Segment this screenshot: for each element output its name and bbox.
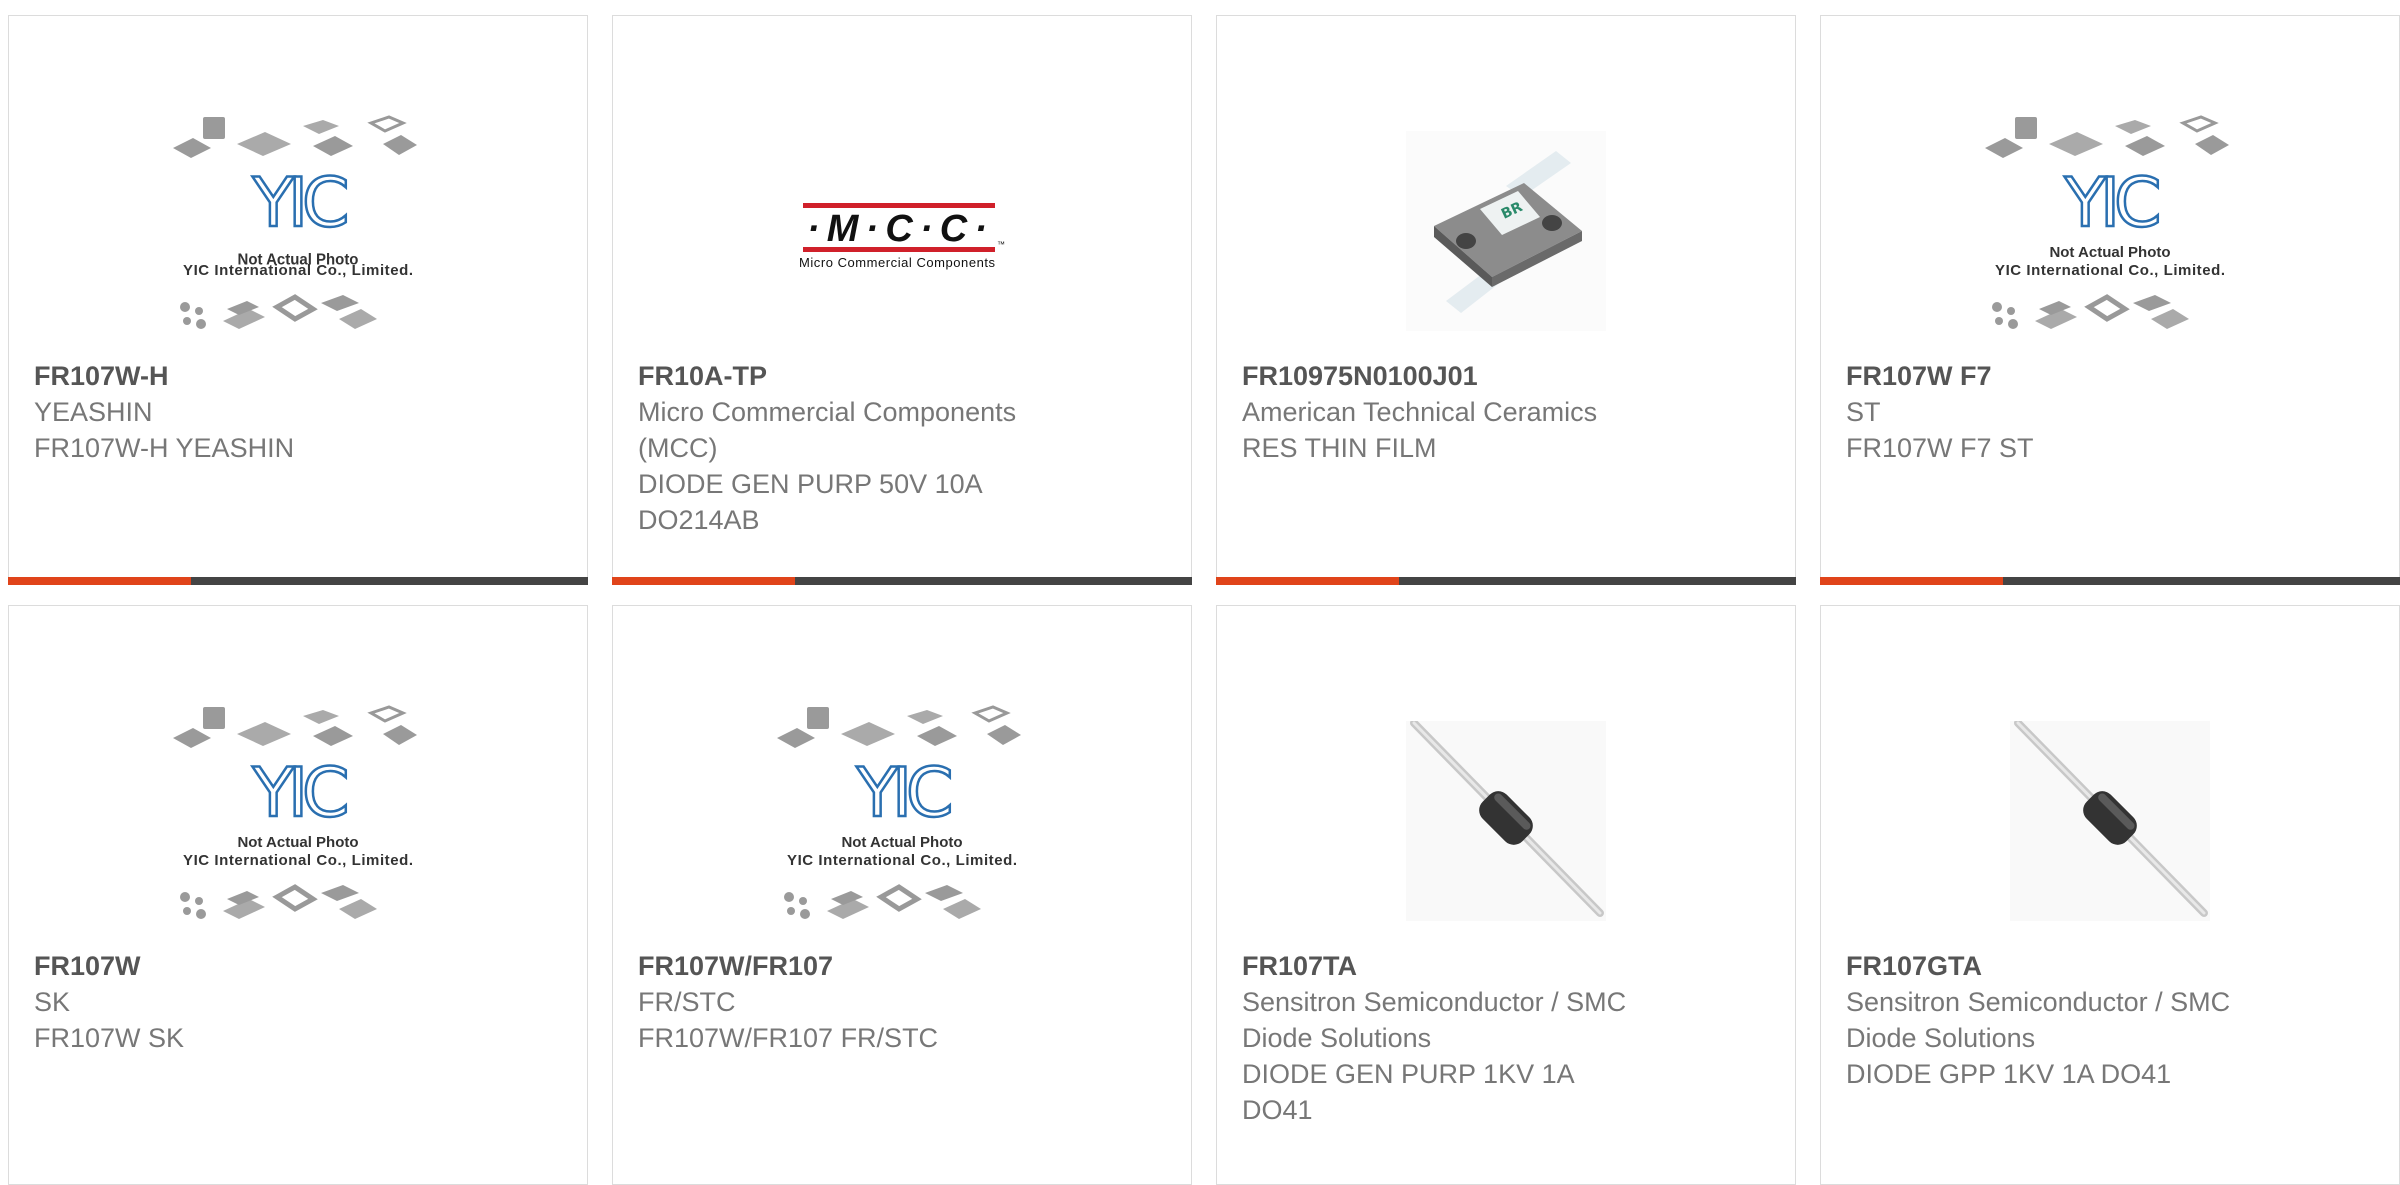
- yic-logo: YIC: [855, 754, 950, 833]
- manufacturer: Sensitron Semiconductor / SMC: [1242, 987, 1627, 1017]
- description: FR107W F7 ST: [1846, 433, 2034, 463]
- part-number[interactable]: FR107W F7: [1846, 358, 2266, 394]
- axial-diode-photo: [1406, 721, 1606, 921]
- card-accent-bar: [1216, 577, 1796, 585]
- product-info: FR107GTA Sensitron Semiconductor / SMC D…: [1846, 948, 2266, 1092]
- yic-placeholder-image: YIC Not Actual Photo YIC International C…: [1985, 115, 2229, 329]
- package: DO41: [1242, 1095, 1313, 1125]
- product-card[interactable]: YIC Not Actual Photo YIC International C…: [612, 605, 1192, 1185]
- manufacturer: American Technical Ceramics: [1242, 397, 1598, 427]
- product-image[interactable]: ·M·C·C· ™ Micro Commercial Components: [613, 96, 1191, 366]
- product-info: FR107W-H YEASHIN FR107W-H YEASHIN: [34, 358, 454, 466]
- yic-company-text: YIC International Co., Limited.: [1995, 262, 2225, 279]
- not-actual-photo-text: Not Actual Photo: [841, 834, 962, 851]
- product-card[interactable]: YIC Not Actual Photo YIC International C…: [8, 605, 588, 1185]
- manufacturer: SK: [34, 987, 71, 1017]
- not-actual-photo-text: Not Actual Photo: [2049, 244, 2170, 261]
- card-accent-bar: [612, 577, 1192, 585]
- product-info: FR10A-TP Micro Commercial Components (MC…: [638, 358, 1058, 538]
- yic-company-text: YIC International Co., Limited.: [183, 262, 413, 279]
- product-card[interactable]: FR107TA Sensitron Semiconductor / SMC Di…: [1216, 605, 1796, 1185]
- description: DIODE GEN PURP 50V 10A: [638, 469, 983, 499]
- card-accent-bar: [8, 577, 588, 585]
- mcc-logo: ·M·C·C·: [807, 208, 987, 250]
- product-info: FR107W F7 ST FR107W F7 ST: [1846, 358, 2266, 466]
- package: DO214AB: [638, 505, 760, 535]
- part-number[interactable]: FR10A-TP: [638, 358, 1058, 394]
- mcc-subtitle: Micro Commercial Components: [799, 255, 996, 270]
- yic-logo: YIC: [251, 754, 346, 833]
- manufacturer: Sensitron Semiconductor / SMC: [1846, 987, 2231, 1017]
- product-image[interactable]: [1821, 686, 2399, 956]
- manufacturer-abbrev: (MCC): [638, 433, 718, 463]
- card-accent-bar: [1820, 577, 2400, 585]
- yic-company-text: YIC International Co., Limited.: [787, 852, 1017, 869]
- part-number[interactable]: FR107W: [34, 948, 454, 984]
- thin-film-resistor-photo: BR: [1406, 131, 1606, 331]
- manufacturer: ST: [1846, 397, 1881, 427]
- manufacturer: Micro Commercial Components: [638, 397, 1017, 427]
- yic-company-text: YIC International Co., Limited.: [183, 852, 413, 869]
- product-image[interactable]: YIC Not Actual Photo YIC International C…: [613, 686, 1191, 956]
- yic-logo: YIC: [2063, 164, 2158, 243]
- product-card[interactable]: FR107GTA Sensitron Semiconductor / SMC D…: [1820, 605, 2400, 1185]
- description: DIODE GPP 1KV 1A DO41: [1846, 1059, 2172, 1089]
- product-info: FR10975N0100J01 American Technical Ceram…: [1242, 358, 1662, 466]
- product-image[interactable]: [1217, 686, 1795, 956]
- part-number[interactable]: FR107W/FR107: [638, 948, 1058, 984]
- product-card[interactable]: YIC Not Actual Photo YIC International C…: [8, 15, 588, 585]
- product-image[interactable]: YIC Not Actual Photo YIC International C…: [1821, 96, 2399, 366]
- description: FR107W SK: [34, 1023, 185, 1053]
- product-info: FR107W SK FR107W SK: [34, 948, 454, 1056]
- manufacturer: FR/STC: [638, 987, 736, 1017]
- axial-diode-photo: [2010, 721, 2210, 921]
- yic-placeholder-image: YIC Not Actual Photo YIC International C…: [173, 705, 417, 919]
- product-info: FR107W/FR107 FR/STC FR107W/FR107 FR/STC: [638, 948, 1058, 1056]
- part-number[interactable]: FR107TA: [1242, 948, 1662, 984]
- product-image[interactable]: BR: [1217, 96, 1795, 366]
- description: RES THIN FILM: [1242, 433, 1437, 463]
- part-number[interactable]: FR107GTA: [1846, 948, 2266, 984]
- manufacturer-cont: Diode Solutions: [1242, 1023, 1432, 1053]
- yic-placeholder-image: YIC Not Actual Photo YIC International C…: [173, 115, 417, 329]
- mcc-logo-image: ·M·C·C· ™ Micro Commercial Components: [799, 203, 1005, 270]
- product-card[interactable]: BR FR10975N0100J01 American Technical Ce…: [1216, 15, 1796, 585]
- manufacturer: YEASHIN: [34, 397, 153, 427]
- description: FR107W/FR107 FR/STC: [638, 1023, 939, 1053]
- part-number[interactable]: FR10975N0100J01: [1242, 358, 1662, 394]
- product-image[interactable]: YIC Not Actual Photo YIC International C…: [9, 96, 587, 366]
- mcc-trademark: ™: [997, 240, 1005, 249]
- product-card[interactable]: ·M·C·C· ™ Micro Commercial Components FR…: [612, 15, 1192, 585]
- yic-placeholder-image: YIC Not Actual Photo YIC International C…: [777, 705, 1021, 919]
- manufacturer-cont: Diode Solutions: [1846, 1023, 2036, 1053]
- not-actual-photo-text: Not Actual Photo: [237, 834, 358, 851]
- yic-logo: YIC: [251, 164, 346, 243]
- product-grid: YIC Not Actual Photo YIC International C…: [0, 0, 2400, 1185]
- part-number[interactable]: FR107W-H: [34, 358, 454, 394]
- product-card[interactable]: YIC Not Actual Photo YIC International C…: [1820, 15, 2400, 585]
- description: DIODE GEN PURP 1KV 1A: [1242, 1059, 1575, 1089]
- product-info: FR107TA Sensitron Semiconductor / SMC Di…: [1242, 948, 1662, 1128]
- product-image[interactable]: YIC Not Actual Photo YIC International C…: [9, 686, 587, 956]
- description: FR107W-H YEASHIN: [34, 433, 295, 463]
